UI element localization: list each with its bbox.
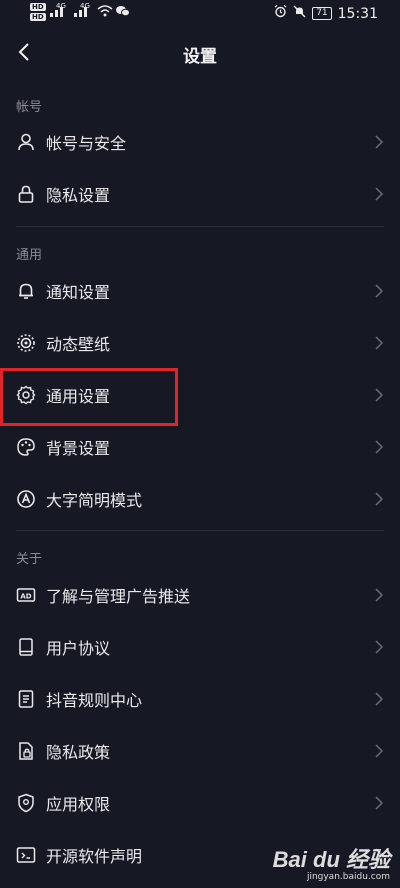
row-label: 背景设置 — [46, 439, 111, 458]
row-privacy-settings[interactable]: 隐私设置 — [0, 168, 400, 220]
row-dynamic-wallpaper[interactable]: 动态壁纸 — [0, 317, 400, 369]
lock-icon — [16, 184, 36, 204]
book-icon — [16, 637, 36, 657]
wifi-icon — [97, 5, 113, 21]
chevron-right-icon — [375, 283, 384, 298]
row-notification-settings[interactable]: 通知设置 — [0, 265, 400, 317]
shield-icon — [16, 793, 36, 813]
document-icon — [16, 689, 36, 709]
status-bar: HD HD 4G 4G 71 15:31 — [0, 0, 400, 26]
chevron-right-icon — [375, 387, 384, 402]
section-header-account: 帐号 — [16, 100, 43, 115]
row-large-font-mode[interactable]: 大字简明模式 — [0, 473, 400, 525]
section-divider — [16, 226, 384, 227]
chevron-right-icon — [375, 587, 384, 602]
clock: 15:31 — [337, 5, 378, 22]
row-label: 了解与管理广告推送 — [46, 587, 191, 606]
hd1-badge: HD — [30, 3, 46, 11]
chevron-right-icon — [375, 743, 384, 758]
baidu-watermark: Bai du 经验 jingyan.baidu.com — [273, 842, 390, 882]
page-title: 设置 — [183, 47, 217, 67]
row-label: 大字简明模式 — [46, 491, 143, 510]
battery-indicator: 71 — [312, 7, 332, 20]
privacy-doc-icon — [16, 741, 36, 761]
watermark-url: jingyan.baidu.com — [306, 872, 390, 882]
wechat-icon — [116, 5, 130, 21]
row-label: 应用权限 — [46, 795, 111, 814]
bell-icon — [16, 281, 36, 301]
chevron-right-icon — [375, 186, 384, 201]
code-icon — [16, 845, 36, 865]
hd2-badge: HD — [30, 13, 46, 21]
dynamic-wallpaper-icon — [16, 333, 36, 353]
status-right: 71 15:31 — [274, 5, 378, 22]
row-label: 通知设置 — [46, 283, 111, 302]
row-app-permissions[interactable]: 应用权限 — [0, 777, 400, 829]
chevron-right-icon — [375, 795, 384, 810]
row-rules-center[interactable]: 抖音规则中心 — [0, 673, 400, 725]
alarm-icon — [274, 5, 287, 22]
row-label: 用户协议 — [46, 639, 111, 658]
highlight-annotation-box — [0, 368, 178, 426]
row-background-settings[interactable]: 背景设置 — [0, 421, 400, 473]
nav-bar: 设置 — [0, 30, 400, 74]
row-label: 隐私政策 — [46, 743, 111, 762]
chevron-right-icon — [375, 691, 384, 706]
signal2-label: 4G — [80, 2, 90, 10]
hd-indicators: HD HD — [30, 3, 46, 23]
row-label: 帐号与安全 — [46, 134, 127, 153]
chevron-right-icon — [375, 491, 384, 506]
row-label: 动态壁纸 — [46, 335, 111, 354]
mute-bell-icon — [293, 5, 306, 22]
row-user-agreement[interactable]: 用户协议 — [0, 621, 400, 673]
row-ad-management[interactable]: AD 了解与管理广告推送 — [0, 569, 400, 621]
palette-icon — [16, 437, 36, 457]
font-size-icon — [16, 489, 36, 509]
row-label: 抖音规则中心 — [46, 691, 143, 710]
section-divider — [16, 530, 384, 531]
chevron-right-icon — [375, 134, 384, 149]
ad-icon: AD — [16, 585, 36, 605]
section-header-about: 关于 — [16, 552, 43, 567]
chevron-right-icon — [375, 335, 384, 350]
signal1-label: 4G — [56, 2, 66, 10]
chevron-right-icon — [375, 439, 384, 454]
section-header-general: 通用 — [16, 248, 43, 263]
person-icon — [16, 132, 36, 152]
row-privacy-policy[interactable]: 隐私政策 — [0, 725, 400, 777]
row-account-security[interactable]: 帐号与安全 — [0, 116, 400, 168]
watermark-brand: Bai du 经验 — [272, 847, 390, 872]
chevron-right-icon — [375, 639, 384, 654]
row-label: 开源软件声明 — [46, 847, 143, 866]
svg-text:AD: AD — [20, 593, 31, 601]
row-label: 隐私设置 — [46, 186, 111, 205]
